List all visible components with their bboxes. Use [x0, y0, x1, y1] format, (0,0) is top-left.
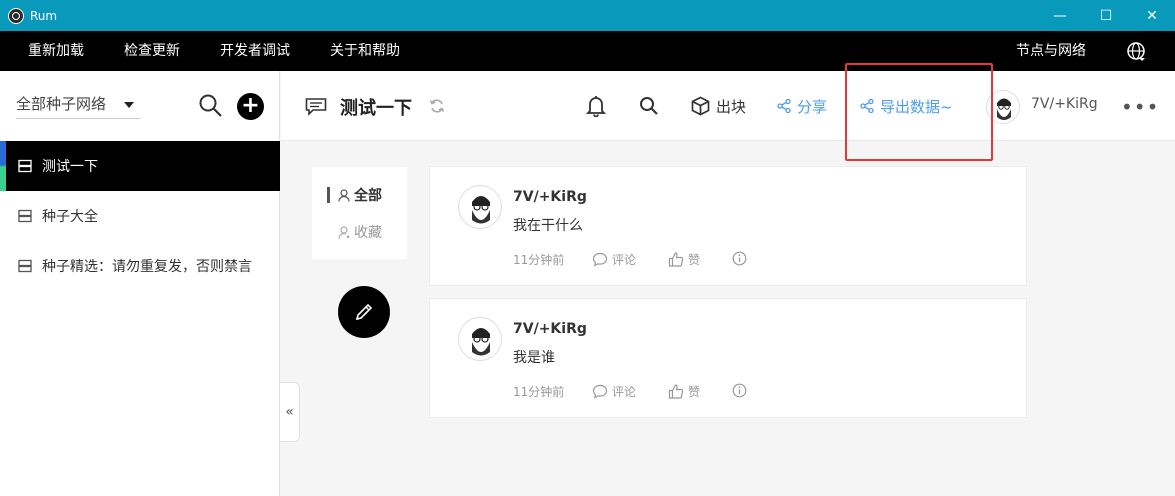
post-content: 我在干什么	[513, 218, 583, 234]
sidebar-item-test[interactable]: 测试一下	[0, 141, 280, 191]
comment-icon	[592, 384, 608, 399]
post-time: 11分钟前	[513, 385, 565, 399]
maximize-button[interactable]: ☐	[1083, 0, 1129, 31]
post-card: 7V/+KiRg 我在干什么 11分钟前 评论 赞	[429, 166, 1027, 286]
add-group-button[interactable]: +	[237, 93, 264, 120]
menu-about-help[interactable]: 关于和帮助	[330, 31, 400, 71]
filter-favorites[interactable]: 收藏	[312, 220, 407, 244]
avatar[interactable]	[458, 317, 502, 361]
menu-bar: 重新加载 检查更新 开发者调试 关于和帮助 节点与网络	[0, 31, 1175, 71]
close-button[interactable]: ✕	[1129, 0, 1175, 31]
highlight-annotation-box	[845, 63, 993, 161]
post-time: 11分钟前	[513, 253, 565, 267]
sidebar-header: 全部种子网络 +	[0, 71, 279, 141]
post-content: 我是谁	[513, 350, 555, 366]
like-label: 赞	[688, 253, 701, 267]
info-icon[interactable]	[732, 251, 751, 266]
comment-label: 评论	[612, 253, 637, 267]
group-icon	[18, 209, 32, 223]
sidebar-item-label: 测试一下	[42, 159, 98, 175]
menu-dev-debug[interactable]: 开发者调试	[220, 31, 290, 71]
like-button[interactable]: 赞	[668, 251, 700, 268]
comment-button[interactable]: 评论	[592, 383, 636, 400]
menu-node-network[interactable]: 节点与网络	[1016, 31, 1086, 71]
avatar[interactable]	[458, 185, 502, 229]
thumbs-up-icon	[668, 252, 684, 267]
share-button[interactable]: 分享	[777, 71, 827, 141]
language-globe-icon[interactable]	[1126, 41, 1148, 63]
title-bar: Rum — ☐ ✕	[0, 0, 1175, 31]
share-label: 分享	[797, 97, 828, 116]
produce-block-button[interactable]: 出块	[691, 71, 746, 141]
filter-card: 全部 收藏	[312, 167, 407, 259]
page-title: 测试一下	[340, 98, 412, 119]
info-icon[interactable]	[732, 383, 751, 398]
cube-icon	[691, 96, 710, 116]
filter-all-label: 全部	[354, 188, 382, 204]
comment-label: 评论	[612, 385, 637, 399]
network-select[interactable]: 全部种子网络	[16, 93, 140, 119]
comment-icon	[592, 252, 608, 267]
notification-bell-icon[interactable]	[586, 71, 612, 141]
window-title: Rum	[30, 8, 58, 23]
menu-check-update[interactable]: 检查更新	[124, 31, 180, 71]
search-icon[interactable]	[198, 93, 224, 119]
filter-all[interactable]: 全部	[312, 183, 407, 207]
chevron-down-icon	[124, 102, 134, 108]
active-indicator	[327, 187, 330, 203]
sidebar-item-label: 种子大全	[42, 209, 98, 225]
app-logo-icon	[8, 7, 24, 24]
group-icon	[18, 159, 32, 173]
search-icon[interactable]	[639, 71, 665, 141]
group-icon	[18, 259, 32, 273]
sync-icon[interactable]	[429, 98, 445, 114]
sidebar-item-seeds[interactable]: 种子大全	[0, 191, 280, 241]
collapse-sidebar-button[interactable]: «	[280, 382, 300, 442]
filter-favorites-label: 收藏	[354, 225, 382, 241]
sidebar: 全部种子网络 + 测试一下 种子大全 种子精选：请勿重复发，否则禁言	[0, 71, 280, 496]
sidebar-item-label: 种子精选：请勿重复发，否则禁言	[42, 259, 252, 275]
like-label: 赞	[688, 385, 701, 399]
post-author[interactable]: 7V/+KiRg	[513, 321, 587, 337]
sidebar-item-featured[interactable]: 种子精选：请勿重复发，否则禁言	[0, 241, 280, 291]
share-icon	[777, 99, 791, 113]
username[interactable]: 7V/+KiRg	[1031, 96, 1098, 112]
group-header: 测试一下 出块 分享 导出数据~ 7V/+KiRg •••	[281, 71, 1175, 141]
pencil-icon	[355, 303, 373, 321]
group-chat-icon	[305, 98, 327, 116]
like-button[interactable]: 赞	[668, 383, 700, 400]
write-post-button[interactable]	[338, 286, 390, 338]
comment-button[interactable]: 评论	[592, 251, 636, 268]
minimize-button[interactable]: —	[1037, 0, 1083, 31]
more-options-icon[interactable]: •••	[1121, 95, 1159, 119]
network-select-label: 全部种子网络	[16, 95, 107, 113]
user-icon	[338, 188, 350, 202]
user-star-icon	[338, 225, 350, 239]
post-card: 7V/+KiRg 我是谁 11分钟前 评论 赞	[429, 298, 1027, 418]
menu-reload[interactable]: 重新加载	[28, 31, 84, 71]
produce-block-label: 出块	[716, 97, 747, 116]
post-author[interactable]: 7V/+KiRg	[513, 189, 587, 205]
thumbs-up-icon	[668, 384, 684, 399]
